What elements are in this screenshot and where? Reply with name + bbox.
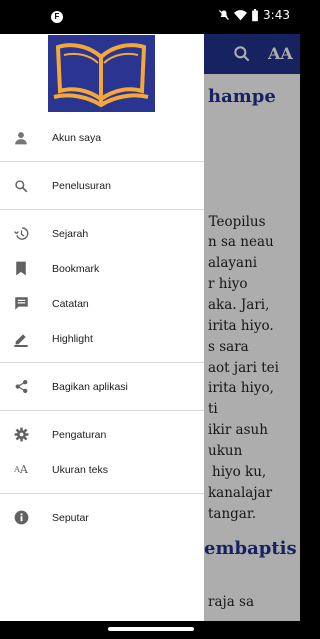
drawer-item-history[interactable]: Sejarah bbox=[0, 216, 204, 251]
drawer-item-label: Pengaturan bbox=[52, 428, 107, 441]
drawer-item-label: Ukuran teks bbox=[52, 463, 109, 476]
drawer-item-settings[interactable]: Pengaturan bbox=[0, 417, 204, 452]
share-icon bbox=[12, 378, 30, 396]
info-icon bbox=[12, 509, 30, 527]
home-gesture-handle[interactable] bbox=[108, 627, 194, 631]
drawer-item-text-size[interactable]: AA Ukuran teks bbox=[0, 452, 204, 487]
book-logo bbox=[48, 35, 155, 112]
bookmark-icon bbox=[12, 260, 30, 278]
drawer-item-about[interactable]: Seputar bbox=[0, 500, 204, 535]
status-time: 3:43 bbox=[263, 8, 290, 22]
wifi-icon bbox=[234, 10, 248, 21]
drawer-item-highlight[interactable]: Highlight bbox=[0, 321, 204, 356]
mute-icon bbox=[219, 10, 229, 20]
drawer-item-label: Seputar bbox=[52, 511, 89, 524]
drawer-header bbox=[0, 34, 204, 119]
drawer-item-label: Catatan bbox=[52, 297, 89, 310]
drawer-item-notes[interactable]: Catatan bbox=[0, 286, 204, 321]
drawer-item-account[interactable]: Akun saya bbox=[0, 120, 204, 155]
navigation-drawer: Akun saya Penelusuran Sejarah Bookmark C… bbox=[0, 34, 204, 639]
drawer-item-share[interactable]: Bagikan aplikasi bbox=[0, 369, 204, 404]
settings-icon bbox=[12, 426, 30, 444]
person-icon bbox=[12, 129, 30, 147]
history-icon bbox=[12, 225, 30, 243]
drawer-item-label: Bookmark bbox=[52, 262, 100, 275]
text-size-icon: AA bbox=[14, 463, 28, 476]
notes-icon bbox=[12, 295, 30, 313]
drawer-item-label: Bagikan aplikasi bbox=[52, 380, 128, 393]
drawer-item-label: Highlight bbox=[52, 332, 93, 345]
drawer-item-label: Sejarah bbox=[52, 227, 89, 240]
system-nav-bar bbox=[0, 621, 300, 639]
status-bar: F 3:43 bbox=[0, 0, 300, 34]
notification-icon: F bbox=[51, 11, 63, 23]
search-icon bbox=[12, 177, 30, 195]
drawer-item-search[interactable]: Penelusuran bbox=[0, 168, 204, 203]
highlight-icon bbox=[12, 330, 30, 348]
battery-icon bbox=[252, 8, 258, 21]
drawer-item-bookmark[interactable]: Bookmark bbox=[0, 251, 204, 286]
drawer-item-label: Penelusuran bbox=[52, 179, 111, 192]
drawer-item-label: Akun saya bbox=[52, 131, 102, 144]
